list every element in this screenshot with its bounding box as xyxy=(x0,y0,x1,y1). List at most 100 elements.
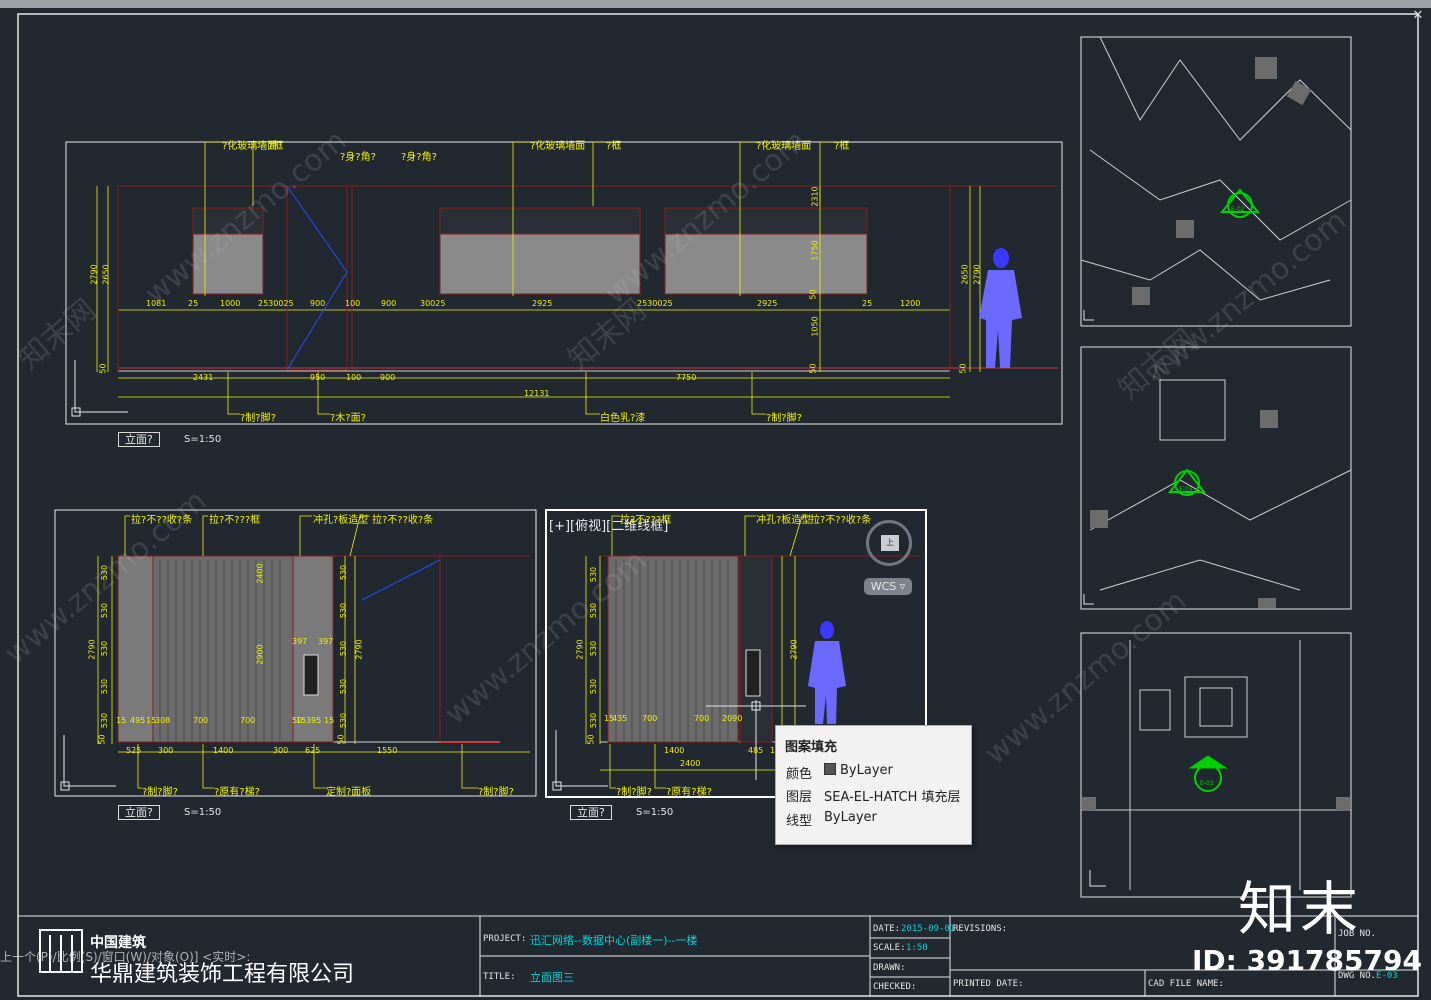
dimension: 435 xyxy=(612,714,628,723)
dimension: 308 xyxy=(155,716,171,725)
dimension: 2400 xyxy=(255,563,265,584)
section-tag: E-03 xyxy=(1179,486,1193,493)
color-swatch-icon xyxy=(824,763,836,775)
tb-printed-date-label: PRINTED DATE: xyxy=(953,979,1024,989)
dimension: 100 xyxy=(345,299,361,308)
elevation-title-box: 立面? xyxy=(118,432,160,447)
dimension: 485 xyxy=(748,746,764,755)
callout: ?原有?梯? xyxy=(666,787,712,798)
command-line[interactable]: 上一个(P)/比例(S)/窗口(W)/对象(O)] <实时>: xyxy=(0,948,250,965)
tb-revisions-label: REVISIONS: xyxy=(953,924,1008,934)
dimension: 100 xyxy=(346,373,362,382)
tb-scale-value: 1:50 xyxy=(906,943,928,953)
dimension: 300 xyxy=(158,746,174,755)
dimension: 530 xyxy=(589,602,599,619)
id-watermark: ID: 391785794 xyxy=(1192,944,1422,977)
elevation-title-box: 立面? xyxy=(118,805,160,820)
dimension: 530 xyxy=(589,678,599,695)
dimension-total: 12131 xyxy=(524,389,550,398)
dimension: 15 xyxy=(116,716,127,725)
section-tag: E-03 xyxy=(1200,780,1214,787)
callout: ?化玻璃墙面 xyxy=(530,141,586,152)
viewcube-navigator[interactable]: 上 xyxy=(866,520,912,566)
tb-date-label: DATE: xyxy=(873,924,901,934)
tb-project-value: 迅汇网络--数据中心(副楼一)--一楼 xyxy=(530,934,698,947)
dimension: 700 xyxy=(193,716,209,725)
dimension: 50 xyxy=(98,363,108,374)
dimension: 2790 xyxy=(354,639,364,660)
dimension: 25 xyxy=(188,299,199,308)
callout: ?身?角? xyxy=(401,152,437,163)
tb-project-label: PROJECT: xyxy=(483,934,527,944)
brand-watermark: 知末 xyxy=(1238,875,1363,943)
dimension: 300 xyxy=(273,746,289,755)
dimension: 2650 xyxy=(101,264,111,285)
dimension: 1200 xyxy=(900,299,921,308)
dimension: 50 xyxy=(808,363,818,374)
dimension: 900 xyxy=(381,299,397,308)
dimension: 1400 xyxy=(213,746,234,755)
section-tag: E-02 xyxy=(1231,206,1245,213)
dimension: 495 xyxy=(130,716,146,725)
cad-drawing-canvas[interactable] xyxy=(0,0,1431,1000)
dimension: 2310 xyxy=(810,186,820,207)
wcs-dropdown[interactable]: WCS ▿ xyxy=(864,578,912,595)
callout: ?制?脚? xyxy=(616,787,652,798)
dimension: 30025 xyxy=(420,299,446,308)
dimension: 2431 xyxy=(193,373,214,382)
callout: ?化玻璃墙面 xyxy=(756,141,812,152)
human-figure xyxy=(979,248,1022,368)
callout: ?制?脚? xyxy=(240,413,276,424)
tb-cad-file-label: CAD FILE NAME: xyxy=(1148,979,1224,989)
dimension: 2650 xyxy=(960,264,970,285)
dimension: 700 xyxy=(240,716,256,725)
tb-drawn-label: DRAWN: xyxy=(873,963,906,973)
dimension: 530 xyxy=(100,640,110,657)
dimension: 2790 xyxy=(972,264,982,285)
dimension: 530 xyxy=(339,602,349,619)
scale-label: S=1:50 xyxy=(184,807,222,818)
dimension: 2900 xyxy=(255,644,265,665)
tooltip-label: 线型 xyxy=(786,814,813,829)
dimension: 2925 xyxy=(757,299,778,308)
elevation-title-box: 立面? xyxy=(570,805,612,820)
dimension: 2790 xyxy=(575,639,585,660)
tooltip-value: ByLayer xyxy=(824,810,877,825)
dimension: 397 xyxy=(318,637,334,646)
dimension: 25 xyxy=(862,299,873,308)
plan-view-3 xyxy=(1080,632,1352,898)
dimension: 50 xyxy=(97,734,107,745)
dimension: 530 xyxy=(100,712,110,729)
dimension: 530 xyxy=(339,640,349,657)
dimension: 530 xyxy=(589,566,599,583)
dimension: 50 xyxy=(808,289,818,300)
callout: 拉?不???框 xyxy=(620,515,672,526)
callout: 冲孔?板造型 xyxy=(313,515,369,526)
dimension: 2790 xyxy=(89,264,99,285)
dimension: 7750 xyxy=(676,373,697,382)
tooltip-label: 颜色 xyxy=(786,767,813,782)
dimension: 530 xyxy=(589,712,599,729)
dimension: 700 xyxy=(642,714,658,723)
viewcube-face[interactable]: 上 xyxy=(881,535,899,551)
callout: ?框 xyxy=(606,141,622,152)
tb-scale-label: SCALE: xyxy=(873,943,906,953)
dimension: 900 xyxy=(310,299,326,308)
callout: ?木?面? xyxy=(330,413,366,424)
dimension: 2790 xyxy=(87,639,97,660)
callout: ?框 xyxy=(834,141,850,152)
tooltip-label: 图层 xyxy=(786,790,813,805)
tooltip-value: SEA-EL-HATCH 填充层 xyxy=(824,790,961,805)
dimension: 530 xyxy=(100,602,110,619)
human-figure xyxy=(808,621,846,724)
callout: ?制?脚? xyxy=(766,413,802,424)
dimension: 15 xyxy=(324,716,335,725)
dimension: 530 xyxy=(100,564,110,581)
dimension: 2400 xyxy=(680,759,701,768)
scale-label: S=1:50 xyxy=(184,434,222,445)
callout: 拉?不??收?条 xyxy=(372,515,434,526)
tb-title-label: TITLE: xyxy=(483,972,516,982)
tb-checked-label: CHECKED: xyxy=(873,982,917,992)
dimension: 2790 xyxy=(789,639,799,660)
callout: 拉?不??收?条 xyxy=(131,515,193,526)
